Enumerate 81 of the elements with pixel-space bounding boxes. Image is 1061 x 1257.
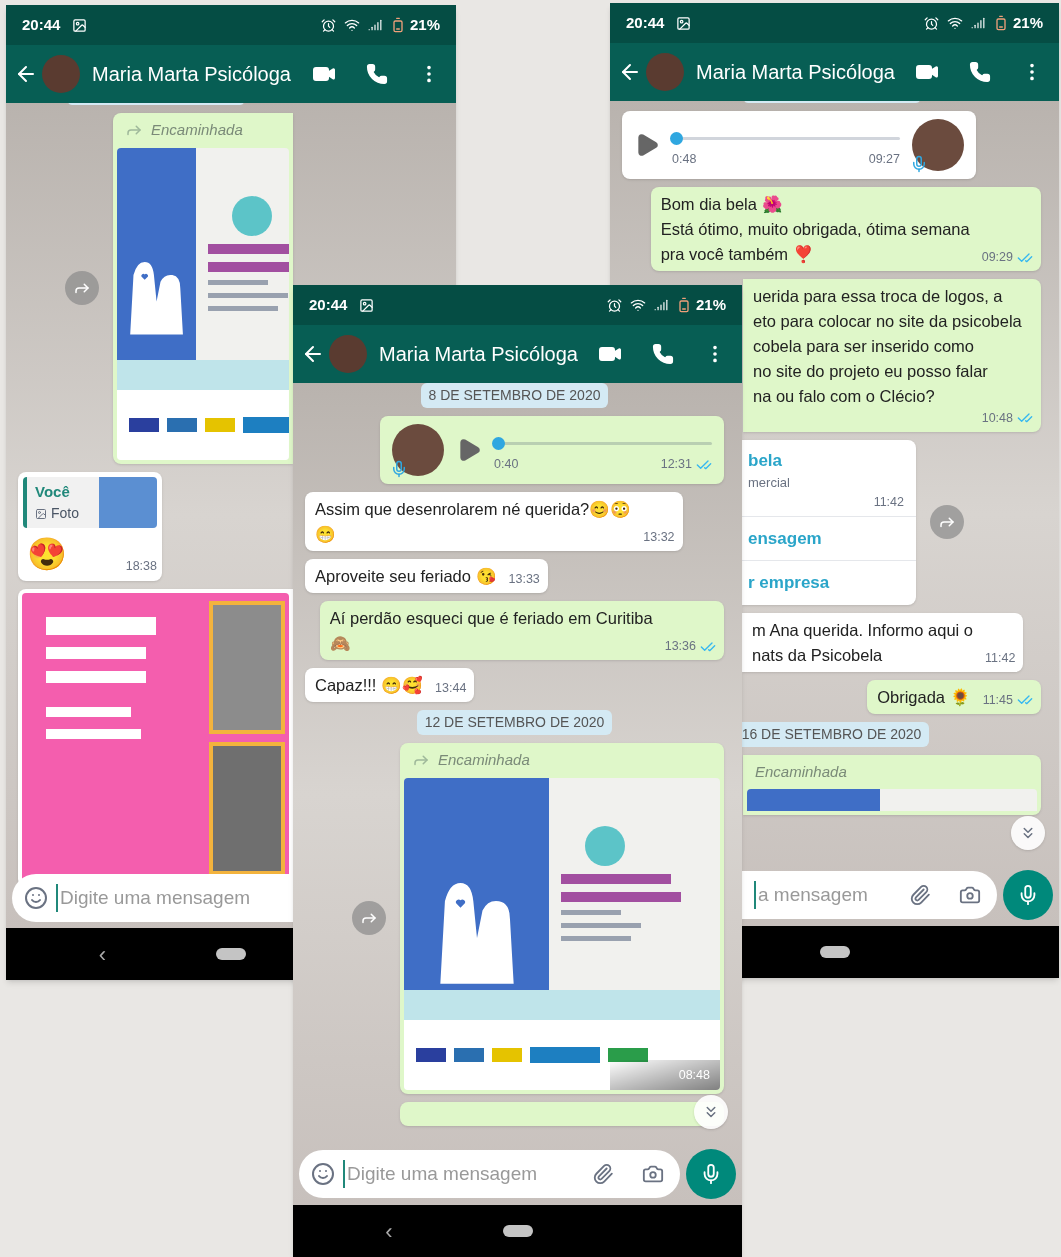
message-time: 12:31 [660, 456, 692, 474]
message-text: Bom dia bela 🌺 Está ótimo, muito obrigada, ótima semana pra você também ❣ [660, 194, 970, 265]
image-icon [676, 15, 692, 31]
input-bar[interactable]: Digite uma mensagem [12, 874, 293, 922]
message-time: 08:48 [678, 1066, 710, 1084]
card-subtitle: mercial [748, 474, 791, 493]
alarm-icon [923, 15, 939, 31]
photo-thumbnail [99, 476, 157, 528]
message-time: 13:36 [664, 638, 696, 656]
nav-back-button[interactable]: ‹ [385, 1214, 393, 1248]
quoted-text: Foto [51, 504, 79, 523]
emoji-icon[interactable] [311, 1162, 335, 1186]
message-text: Obrigada 🌻 [877, 686, 971, 709]
message-time: 09:29 [981, 249, 1013, 267]
mic-icon [390, 460, 408, 478]
alarm-icon [320, 17, 336, 33]
image-icon [359, 297, 375, 313]
progress-thumb[interactable] [670, 132, 683, 146]
message-time: 09:27 [868, 151, 900, 169]
photo-icon [35, 507, 47, 520]
message-field[interactable]: Digite uma mensagem [343, 1159, 584, 1189]
alarm-icon [606, 297, 622, 313]
audio-duration: 0:48 [672, 151, 697, 169]
battery-percent: 21% [409, 14, 440, 35]
signal-icon [653, 298, 668, 312]
message-text: Aí perdão esqueci que é feriado em Curitiba 🙈 [329, 608, 653, 654]
message-text: Aproveite seu feriado 😘 [315, 566, 497, 587]
input-bar[interactable]: a mensagem [742, 871, 997, 919]
message-field[interactable]: a mensagem [754, 880, 901, 910]
emoji-icon[interactable] [24, 886, 48, 910]
message-time: 11:42 [873, 493, 904, 511]
wifi-icon [946, 15, 963, 31]
message-time: 11:42 [985, 649, 1016, 667]
quoted-message[interactable]: Você Foto [23, 476, 157, 528]
battery-percent: 21% [1012, 12, 1043, 33]
forwarded-label: Encaminhada [151, 120, 243, 140]
phone-icon[interactable] [969, 61, 991, 83]
status-time: 20:44 [22, 14, 61, 35]
camera-icon[interactable] [642, 1163, 664, 1185]
message-time: 10:48 [981, 410, 1013, 427]
status-time: 20:44 [309, 294, 348, 315]
message-time: 11:45 [982, 691, 1013, 709]
phone-icon[interactable] [366, 63, 388, 85]
signal-icon [970, 16, 985, 30]
message-time: 13:32 [643, 529, 675, 547]
contact-name[interactable]: Maria Marta Psicóloga [379, 339, 578, 369]
date-chip: 12 DE SETEMBRO DE 2020 [416, 710, 613, 735]
quoted-author: Você [35, 481, 71, 502]
contact-name[interactable]: Maria Marta Psicóloga [696, 57, 895, 87]
date-chip: 8 DE SETEMBRO DE 2020 [420, 383, 609, 408]
message-text: Assim que desenrolarem né querida?😊😳 😁 [315, 499, 632, 545]
nav-back-button[interactable]: ‹ [98, 937, 106, 971]
message-time: 13:44 [435, 680, 467, 698]
wifi-icon [629, 297, 646, 313]
home-button[interactable] [819, 946, 850, 958]
image-icon [72, 17, 88, 33]
mic-icon [910, 155, 928, 173]
attach-icon[interactable] [592, 1163, 614, 1185]
home-button[interactable] [216, 948, 246, 960]
message-text: uerida para essa troca de logos, a eto para colocar no site da psicobela cobela para ser inserido como no site do projeto eu posso falar na ou falo com o Clécio? [753, 286, 1022, 407]
message-text: 😍 [26, 535, 67, 574]
forwarded-label: Encaminhada [755, 761, 847, 782]
message-text: Capaz!!! 😁🥰 [315, 674, 424, 697]
camera-icon[interactable] [959, 884, 981, 906]
phone-icon[interactable] [652, 343, 674, 365]
card-title: bela [748, 449, 784, 472]
forwarded-label: Encaminhada [438, 750, 530, 770]
contact-name[interactable]: Maria Marta Psicóloga [92, 59, 291, 89]
attach-icon[interactable] [909, 884, 931, 906]
audio-duration: 0:40 [494, 456, 519, 474]
progress-thumb[interactable] [492, 437, 505, 451]
status-time: 20:44 [626, 12, 665, 33]
signal-icon [367, 18, 382, 32]
message-time: 18:38 [125, 558, 157, 576]
input-bar[interactable]: Digite uma mensagem [299, 1150, 680, 1198]
home-button[interactable] [502, 1225, 533, 1237]
message-text: m Ana querida. Informo aqui o nats da Psicobela [752, 619, 974, 666]
wifi-icon [343, 17, 360, 33]
message-time: 13:33 [508, 571, 540, 589]
message-field[interactable]: Digite uma mensagem [56, 883, 277, 913]
battery-percent: 21% [695, 294, 726, 315]
